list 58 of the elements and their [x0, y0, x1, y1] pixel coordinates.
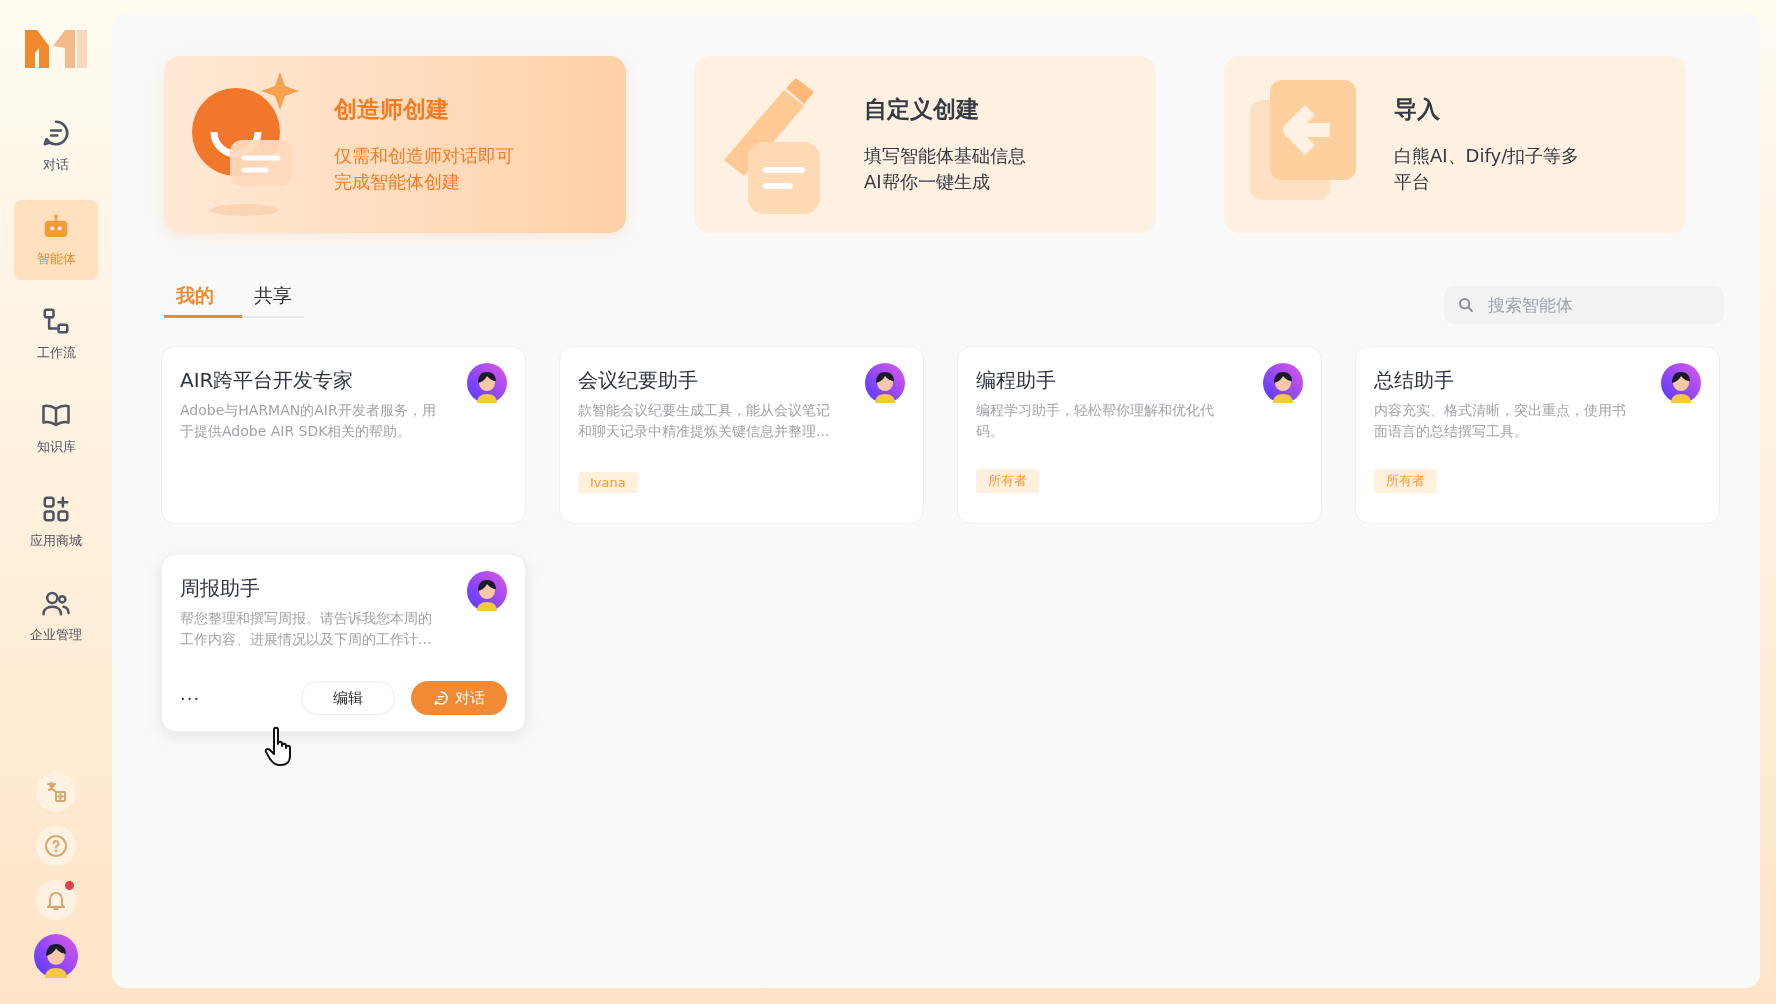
agent-name: AIR跨平台开发专家 [180, 367, 355, 394]
sidebar-round-button[interactable] [36, 826, 76, 866]
agent-card[interactable]: 会议纪要助手 款智能会议纪要生成工具，能从会议笔记和聊天记录中精准提炼关键信息并整理... Ivana [559, 346, 924, 524]
nav-label: 知识库 [36, 438, 76, 456]
agent-name: 总结助手 [1374, 367, 1455, 394]
card-title: 导入 [1394, 95, 1441, 124]
sidebar-round-button[interactable] [36, 772, 76, 812]
search-field[interactable]: 搜索智能体 [1444, 286, 1724, 324]
notification-dot [65, 881, 74, 890]
agent-description: 款智能会议纪要生成工具，能从会议笔记和聊天记录中精准提炼关键信息并整理... [578, 401, 831, 441]
search-icon [1458, 297, 1474, 313]
agent-card[interactable]: 总结助手 内容充实、格式清晰，突出重点，使用书面语言的总结撰写工具。 所有者 [1355, 346, 1720, 524]
agent-description: 内容充实、格式清晰，突出重点，使用书面语言的总结撰写工具。 [1374, 401, 1627, 441]
chat-icon [433, 690, 449, 706]
edit-button[interactable]: 编辑 [301, 681, 395, 715]
sidebar-round-button[interactable] [36, 880, 76, 920]
card-description: 白熊AI、Dify/扣子等多平台 [1394, 144, 1581, 194]
avatar-icon [467, 363, 507, 403]
chat-icon [41, 118, 71, 148]
nav-label: 工作流 [36, 344, 76, 362]
avatar-icon [1661, 363, 1701, 403]
owner-tag: Ivana [578, 472, 638, 493]
apps-icon [41, 494, 71, 524]
avatar-icon [1263, 363, 1303, 403]
tab[interactable]: 共享 [242, 279, 304, 318]
sidebar-nav-item[interactable]: 工作流 [14, 294, 98, 374]
workflow-icon [41, 306, 71, 336]
nav-label: 智能体 [36, 250, 76, 268]
nav-label: 对话 [43, 156, 69, 174]
sidebar-nav-item[interactable]: 应用商城 [14, 482, 98, 562]
sidebar-nav-item[interactable]: 企业管理 [14, 576, 98, 656]
more-options[interactable]: ··· [180, 687, 301, 709]
agent-description: 帮您整理和撰写周报。请告诉我您本周的工作内容、进展情况以及下周的工作计... [180, 609, 433, 649]
agent-card[interactable]: AIR跨平台开发专家 Adobe与HARMAN的AIR开发者服务，用于提供Adobe AIR SDK相关的帮助。 [161, 346, 526, 524]
agent-name: 周报助手 [180, 575, 261, 602]
create-option-card[interactable]: 自定义创建 填写智能体基础信息AI帮你一键生成 [694, 56, 1156, 233]
card-description: 仅需和创造师对话即可完成智能体创建 [334, 144, 515, 194]
sidebar-nav-item[interactable]: 对话 [14, 106, 98, 186]
agent-card[interactable]: 编程助手 编程学习助手，轻松帮你理解和优化代码。 所有者 [957, 346, 1322, 524]
agent-name: 编程助手 [976, 367, 1057, 394]
sidebar-nav-item[interactable]: 知识库 [14, 388, 98, 468]
avatar-icon [865, 363, 905, 403]
card-description: 填写智能体基础信息AI帮你一键生成 [864, 144, 1027, 194]
user-avatar-icon [34, 934, 78, 978]
agent-description: Adobe与HARMAN的AIR开发者服务，用于提供Adobe AIR SDK相关的帮助。 [180, 401, 437, 441]
card-title: 创造师创建 [334, 95, 450, 124]
card-title: 自定义创建 [864, 95, 980, 124]
help-icon [44, 834, 68, 858]
translate-icon [44, 780, 68, 804]
agent-card[interactable]: 周报助手 帮您整理和撰写周报。请告诉我您本周的工作内容、进展情况以及下周的工作计... ··· 编辑 对话 [161, 554, 526, 732]
owner-tag: 所有者 [976, 469, 1039, 493]
agent-name: 会议纪要助手 [578, 367, 699, 394]
create-option-card[interactable]: 导入 白熊AI、Dify/扣子等多平台 [1224, 56, 1686, 233]
avatar-icon [467, 571, 507, 611]
nav-label: 应用商城 [30, 532, 82, 550]
nav-label: 企业管理 [30, 626, 82, 644]
owner-tag: 所有者 [1374, 469, 1437, 493]
agent-description: 编程学习助手，轻松帮你理解和优化代码。 [976, 401, 1215, 441]
